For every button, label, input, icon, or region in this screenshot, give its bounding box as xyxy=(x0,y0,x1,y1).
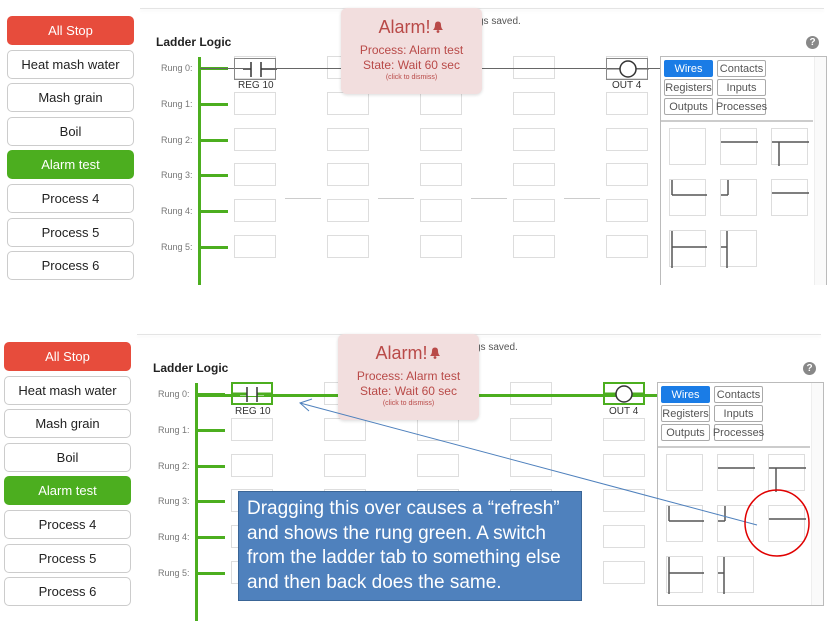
highlight-circle xyxy=(744,489,810,557)
annotation-overlay xyxy=(299,398,810,557)
drag-arrow-line xyxy=(299,402,758,526)
